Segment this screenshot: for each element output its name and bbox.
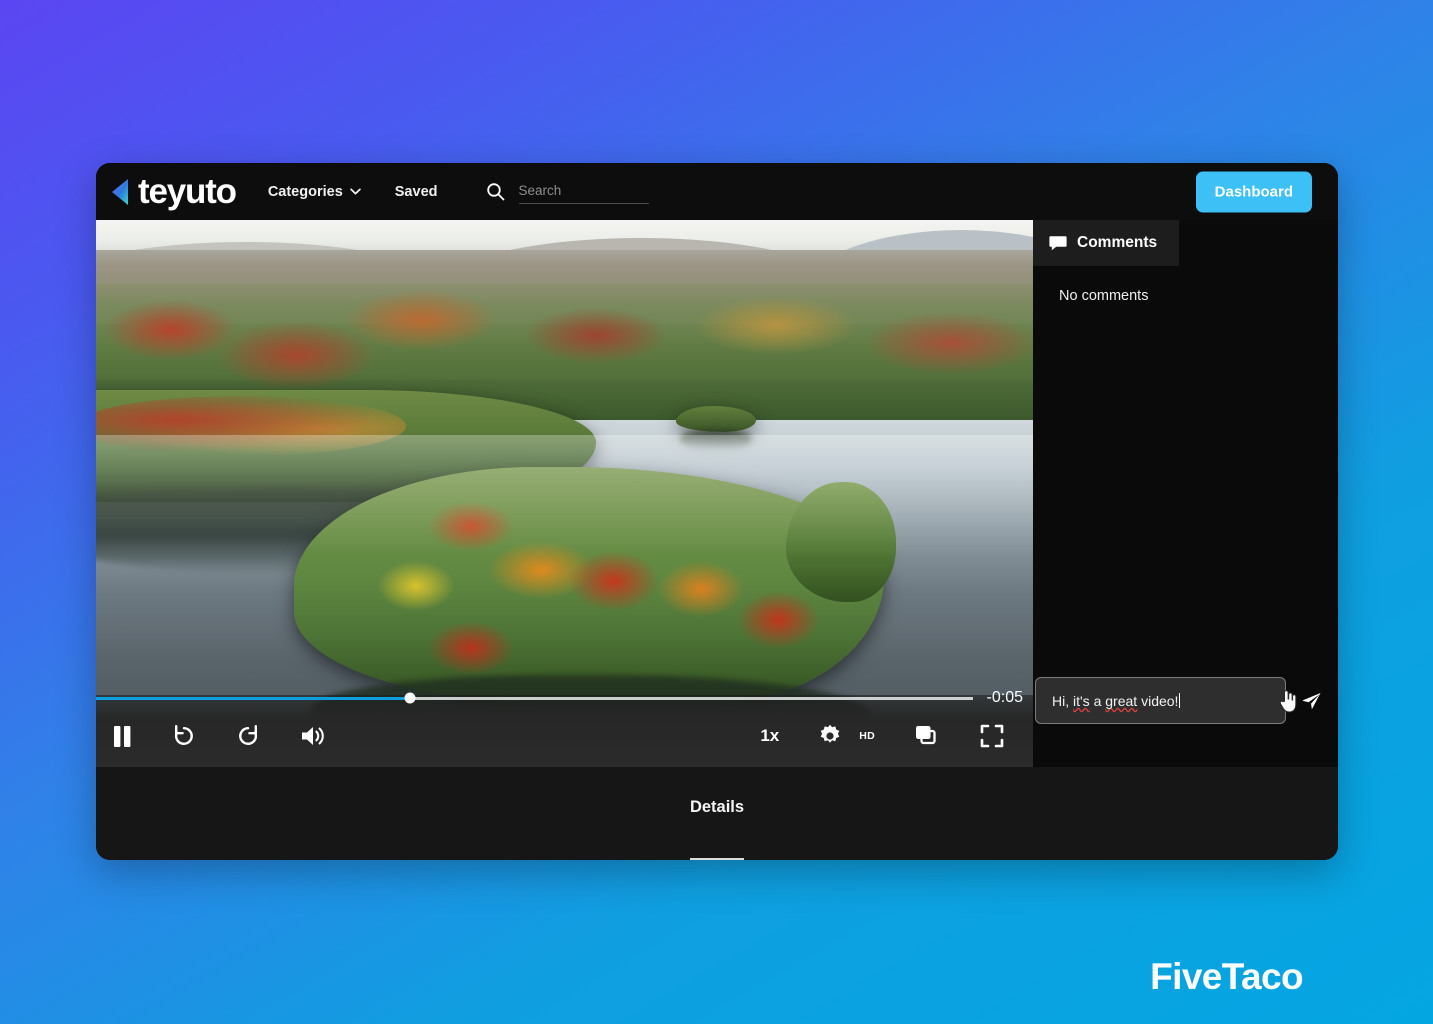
video-frame — [96, 220, 1033, 767]
fullscreen-icon — [980, 724, 1004, 748]
comment-text-pre: Hi, — [1052, 693, 1073, 709]
foliage-patch-red-4 — [866, 312, 1033, 374]
search-area — [486, 179, 649, 204]
comments-tabbar: Comments — [1033, 220, 1338, 266]
rotate-right-icon — [239, 725, 258, 745]
nav-item-saved[interactable]: Saved — [395, 184, 438, 200]
left-controls — [96, 723, 329, 749]
search-input[interactable] — [518, 179, 649, 204]
rotate-left-icon — [174, 725, 193, 745]
settings-button[interactable] — [817, 723, 843, 749]
island-foliage-red-4 — [426, 620, 516, 676]
comment-input[interactable]: Hi, it's a great video! — [1035, 677, 1286, 724]
chevron-down-icon — [350, 188, 361, 195]
pause-icon — [114, 725, 131, 747]
video-player[interactable]: -0:05 1x HD — [96, 220, 1033, 767]
controls-row: 1x HD — [96, 705, 1033, 767]
comments-panel: Comments No comments Hi, it's a great vi… — [1033, 220, 1338, 767]
dashboard-button[interactable]: Dashboard — [1195, 171, 1312, 212]
comment-text-mid: a — [1089, 693, 1106, 709]
top-navigation-bar: teyuto Categories Saved Dashboard — [96, 163, 1338, 220]
right-controls: 1x HD — [760, 723, 1033, 749]
pause-button[interactable] — [112, 724, 133, 749]
picture-in-picture-icon — [916, 726, 936, 745]
playback-speed-button[interactable]: 1x — [760, 726, 779, 746]
small-island-distant — [676, 406, 756, 432]
small-island-distant-reflection — [680, 430, 752, 450]
player-controls: -0:05 1x HD — [96, 689, 1033, 767]
send-paper-plane-icon — [1302, 692, 1321, 709]
tab-comments-label: Comments — [1077, 234, 1158, 251]
app-window: teyuto Categories Saved Dashboard — [96, 163, 1338, 860]
island-foliage-red-2 — [566, 550, 661, 612]
bottom-tab-bar: Details — [96, 767, 1338, 860]
text-caret — [1179, 693, 1181, 708]
island-tip-right — [786, 482, 896, 602]
island-foliage-orange-2 — [656, 560, 746, 618]
comment-input-text: Hi, it's a great video! — [1052, 692, 1181, 711]
comment-text-misspelled-1: it's — [1073, 693, 1090, 709]
comment-composer: Hi, it's a great video! — [1033, 677, 1338, 724]
no-comments-message: No comments — [1059, 288, 1149, 304]
progress-bar[interactable] — [96, 692, 973, 704]
foliage-patch-yellow-1 — [696, 296, 856, 354]
pip-button[interactable] — [913, 723, 941, 749]
fivetaco-watermark: FiveTaco — [1150, 956, 1303, 997]
comment-text-post: video! — [1137, 693, 1179, 709]
brand-logo[interactable]: teyuto — [108, 172, 237, 211]
forward-button[interactable] — [235, 723, 261, 749]
brand-name: teyuto — [138, 172, 237, 211]
nav-item-categories[interactable]: Categories — [268, 184, 361, 200]
gear-icon — [820, 724, 840, 743]
search-icon[interactable] — [486, 182, 505, 201]
left-triangle-icon — [112, 178, 128, 205]
island-foliage-yellow-1 — [376, 560, 456, 612]
tab-details[interactable]: Details — [689, 798, 745, 860]
page-root: teyuto Categories Saved Dashboard — [0, 0, 1433, 1024]
progress-fill — [96, 696, 410, 700]
fullscreen-button[interactable] — [979, 723, 1005, 749]
volume-button[interactable] — [299, 723, 329, 749]
nav-item-categories-label: Categories — [267, 183, 343, 200]
rewind-button[interactable] — [171, 723, 197, 749]
volume-high-icon — [302, 727, 324, 745]
tab-comments[interactable]: Comments — [1033, 220, 1180, 266]
progress-handle[interactable] — [404, 692, 416, 704]
foliage-patch-red-3 — [526, 308, 666, 363]
island-foliage-red-3 — [736, 590, 821, 650]
comment-bubble-icon — [1049, 235, 1067, 250]
content-row: -0:05 1x HD Comments No comments Hi, it'… — [96, 220, 1338, 767]
send-comment-button[interactable] — [1286, 691, 1330, 711]
nav-item-saved-label: Saved — [394, 183, 438, 200]
quality-hd-button[interactable]: HD — [859, 730, 875, 742]
foliage-patch-orange-1 — [346, 290, 496, 350]
comment-text-misspelled-2: great — [1105, 693, 1138, 709]
